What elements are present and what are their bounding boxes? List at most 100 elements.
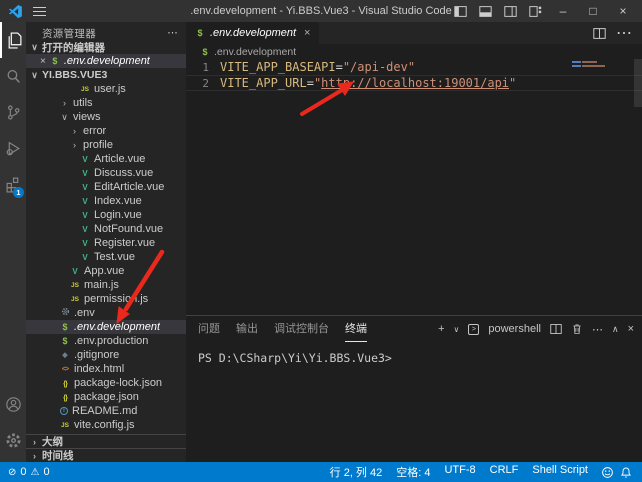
vscode-logo-icon (8, 4, 23, 19)
panel-tab-调试控制台[interactable]: 调试控制台 (274, 316, 329, 342)
editor-group: $ .env.development × ⋯ $ .env.developmen… (186, 22, 642, 462)
tree-item-Article.vue[interactable]: VArticle.vue (26, 152, 186, 166)
tree-item-package-lock.json[interactable]: {}package-lock.json (26, 376, 186, 390)
maximize-panel-icon[interactable]: ∧ (612, 324, 619, 335)
close-editor-icon[interactable]: × (40, 56, 46, 67)
status-item[interactable]: 空格: 4 (389, 464, 437, 480)
url-link[interactable]: http://localhost:19001/api (321, 76, 509, 90)
panel-tab-终端[interactable]: 终端 (345, 316, 367, 342)
tree-item-NotFound.vue[interactable]: VNotFound.vue (26, 222, 186, 236)
customize-layout-icon[interactable] (529, 5, 542, 18)
html-file-icon: <> (60, 366, 70, 373)
errors-count: 0 (20, 466, 26, 478)
minimap[interactable] (572, 61, 618, 69)
panel-tab-问题[interactable]: 问题 (198, 316, 220, 342)
source-control-icon[interactable] (0, 94, 26, 130)
tree-item-error[interactable]: ›error (26, 124, 186, 138)
open-editors-header[interactable]: ∨ 打开的编辑器 (26, 40, 186, 54)
status-item[interactable]: UTF-8 (437, 464, 482, 480)
tree-item-Login.vue[interactable]: VLogin.vue (26, 208, 186, 222)
menu-icon[interactable] (33, 7, 46, 16)
tree-item-Discuss.vue[interactable]: VDiscuss.vue (26, 166, 186, 180)
tree-item-vite.config.js[interactable]: JSvite.config.js (26, 418, 186, 432)
tree-item-.env.development[interactable]: $.env.development (26, 320, 186, 334)
status-item[interactable]: CRLF (483, 464, 526, 480)
tree-item-label: error (83, 125, 106, 137)
trash-icon[interactable] (571, 323, 583, 335)
toggle-panel-icon[interactable] (479, 5, 492, 18)
project-header[interactable]: ∨ YI.BBS.VUE3 (26, 68, 186, 82)
outline-label: 大纲 (42, 434, 63, 449)
tree-item-user.js[interactable]: JSuser.js (26, 82, 186, 96)
tree-item-profile[interactable]: › profile (26, 138, 186, 152)
explorer-sidebar: 资源管理器 ⋯ ∨ 打开的编辑器 × $ .env.development ∨ … (26, 22, 186, 462)
feedback-icon[interactable] (601, 466, 614, 479)
tree-item-.gitignore[interactable]: ◆.gitignore (26, 348, 186, 362)
terminal-output[interactable]: PS D:\CSharp\Yi\Yi.BBS.Vue3> (186, 342, 642, 365)
tree-item-label: views (73, 111, 101, 123)
tree-item-index.html[interactable]: <>index.html (26, 362, 186, 376)
tree-item-.env.production[interactable]: $.env.production (26, 334, 186, 348)
explorer-icon[interactable] (0, 22, 26, 58)
close-panel-icon[interactable]: × (628, 323, 634, 335)
notifications-bell-icon[interactable] (620, 466, 632, 479)
tree-item-label: profile (83, 139, 113, 151)
chevron-right-icon: › (60, 98, 69, 108)
status-item[interactable]: Shell Script (525, 464, 595, 480)
terminal-dropdown-icon[interactable]: ∨ (454, 325, 460, 334)
tree-item-.env[interactable]: .env (26, 306, 186, 320)
split-terminal-icon[interactable] (550, 323, 562, 335)
tree-item-Register.vue[interactable]: VRegister.vue (26, 236, 186, 250)
settings-gear-icon[interactable] (0, 422, 26, 458)
json-file-icon: {} (60, 379, 70, 388)
timeline-section[interactable]: › 时间线 (26, 448, 186, 462)
toggle-sidebar-icon[interactable] (454, 5, 467, 18)
tree-item-Test.vue[interactable]: VTest.vue (26, 250, 186, 264)
tree-item-label: .env (74, 307, 95, 319)
minimize-button[interactable]: – (554, 4, 572, 18)
split-editor-icon[interactable] (593, 27, 606, 40)
extensions-icon[interactable]: 1 (0, 166, 26, 202)
open-editor-item[interactable]: × $ .env.development (26, 54, 186, 68)
tree-item-label: Login.vue (94, 209, 142, 221)
toggle-secondary-sidebar-icon[interactable] (504, 5, 517, 18)
editor-scrollbar[interactable] (634, 59, 642, 107)
tree-item-permission.js[interactable]: JSpermission.js (26, 292, 186, 306)
title-bar: .env.development - Yi.BBS.Vue3 - Visual … (0, 0, 642, 22)
env-file-icon: $ (195, 28, 205, 38)
tree-item-App.vue[interactable]: VApp.vue (26, 264, 186, 278)
close-button[interactable]: × (614, 4, 632, 18)
tree-item-utils[interactable]: ›utils (26, 96, 186, 110)
search-icon[interactable] (0, 58, 26, 94)
tree-item-README.md[interactable]: iREADME.md (26, 404, 186, 418)
code-line-2[interactable]: 2VITE_APP_URL="http://localhost:19001/ap… (186, 75, 642, 91)
tree-item-views[interactable]: ∨views (26, 110, 186, 124)
tree-item-Index.vue[interactable]: VIndex.vue (26, 194, 186, 208)
run-debug-icon[interactable] (0, 130, 26, 166)
account-icon[interactable] (0, 386, 26, 422)
tree-item-EditArticle.vue[interactable]: VEditArticle.vue (26, 180, 186, 194)
chevron-down-icon: ∨ (30, 42, 39, 53)
warnings-icon: ⚠ (31, 467, 40, 478)
maximize-button[interactable]: □ (584, 4, 602, 18)
explorer-more-icon[interactable]: ⋯ (167, 27, 178, 39)
status-item[interactable]: 行 2, 列 42 (323, 464, 390, 480)
breadcrumb[interactable]: $ .env.development (186, 44, 642, 59)
outline-section[interactable]: › 大纲 (26, 434, 186, 448)
tab-close-icon[interactable]: × (304, 27, 310, 39)
quote: " (509, 76, 516, 90)
new-terminal-icon[interactable]: + (438, 323, 444, 335)
shell-label[interactable]: powershell (488, 323, 541, 335)
code-editor[interactable]: 1VITE_APP_BASEAPI="/api-dev"2VITE_APP_UR… (186, 59, 642, 315)
panel-more-icon[interactable]: ⋯ (592, 323, 603, 336)
tree-item-package.json[interactable]: {}package.json (26, 390, 186, 404)
env-key: VITE_APP_URL (220, 76, 307, 90)
problems-status[interactable]: ⊘ 0 ⚠ 0 (8, 466, 50, 478)
editor-more-icon[interactable]: ⋯ (616, 23, 632, 43)
chevron-right-icon: › (70, 140, 79, 150)
tab-env-development[interactable]: $ .env.development × (186, 22, 319, 44)
tree-item-label: App.vue (84, 265, 124, 277)
file-tree: JSuser.js›utils∨views›error›profileVArti… (26, 82, 186, 432)
tree-item-main.js[interactable]: JSmain.js (26, 278, 186, 292)
panel-tab-输出[interactable]: 输出 (236, 316, 258, 342)
